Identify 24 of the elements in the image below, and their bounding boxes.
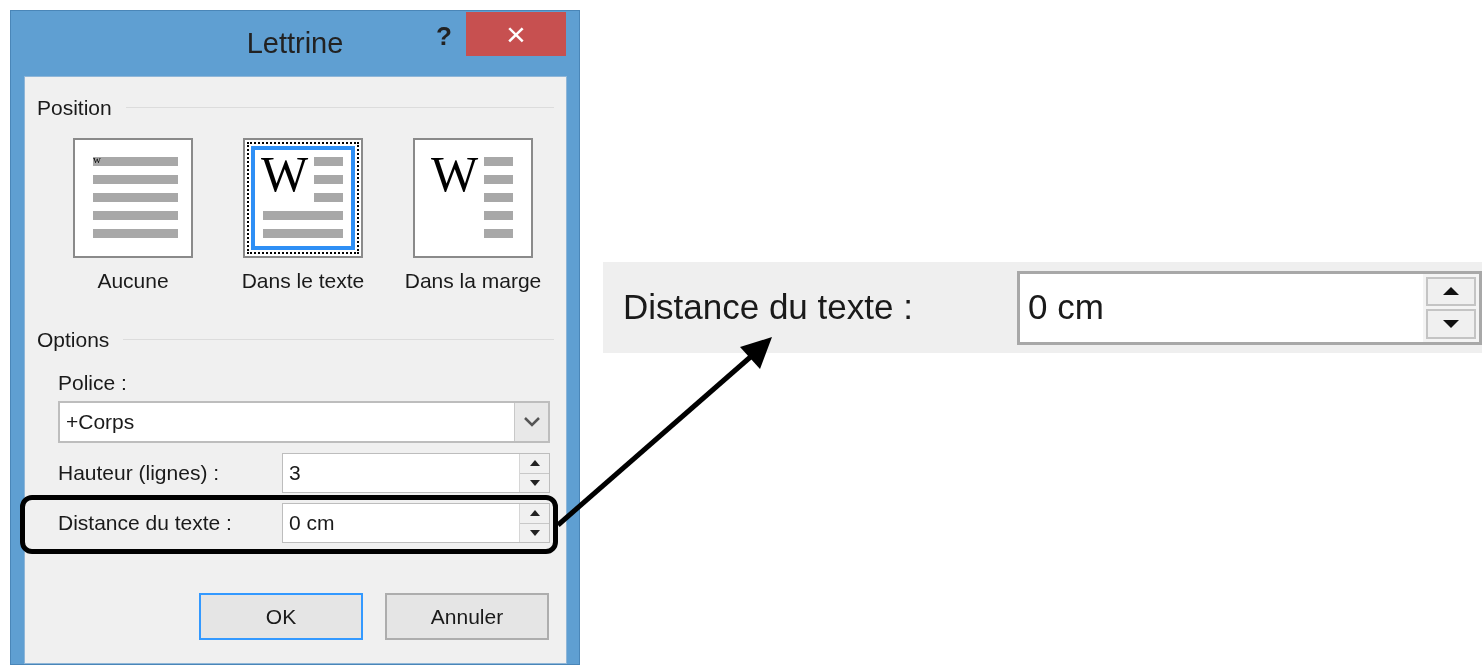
dialog-button[interactable]: Annuler [385,593,549,640]
font-dropdown[interactable]: +Corps [58,401,550,443]
down-triangle-icon [1443,319,1459,328]
down-triangle-icon [529,529,540,536]
spin-up-button[interactable] [1426,276,1476,306]
window-title: Lettrine [246,25,344,61]
field-label: Hauteur (lignes) : [58,460,221,487]
section-heading: Options [37,327,110,353]
distance-spin-field[interactable]: 0 cm [282,503,550,543]
distance-spin-field[interactable]: 0 cm [1017,270,1482,345]
field-label: Police : [58,369,128,396]
down-triangle-icon [529,479,540,486]
close-button[interactable]: × [466,12,566,56]
spin-down-button[interactable] [1426,309,1476,339]
help-button[interactable]: ? [426,17,462,53]
up-triangle-icon [529,510,540,517]
height-spin-field[interactable]: 3 [282,453,550,493]
up-triangle-icon [529,460,540,467]
dialog-button[interactable]: OK [199,593,363,640]
field-label: Distance du texte : [623,286,914,329]
section-heading: Position [37,95,112,121]
up-triangle-icon [1443,287,1459,296]
field-label: Distance du texte : [58,510,233,537]
chevron-down-icon [523,417,540,427]
